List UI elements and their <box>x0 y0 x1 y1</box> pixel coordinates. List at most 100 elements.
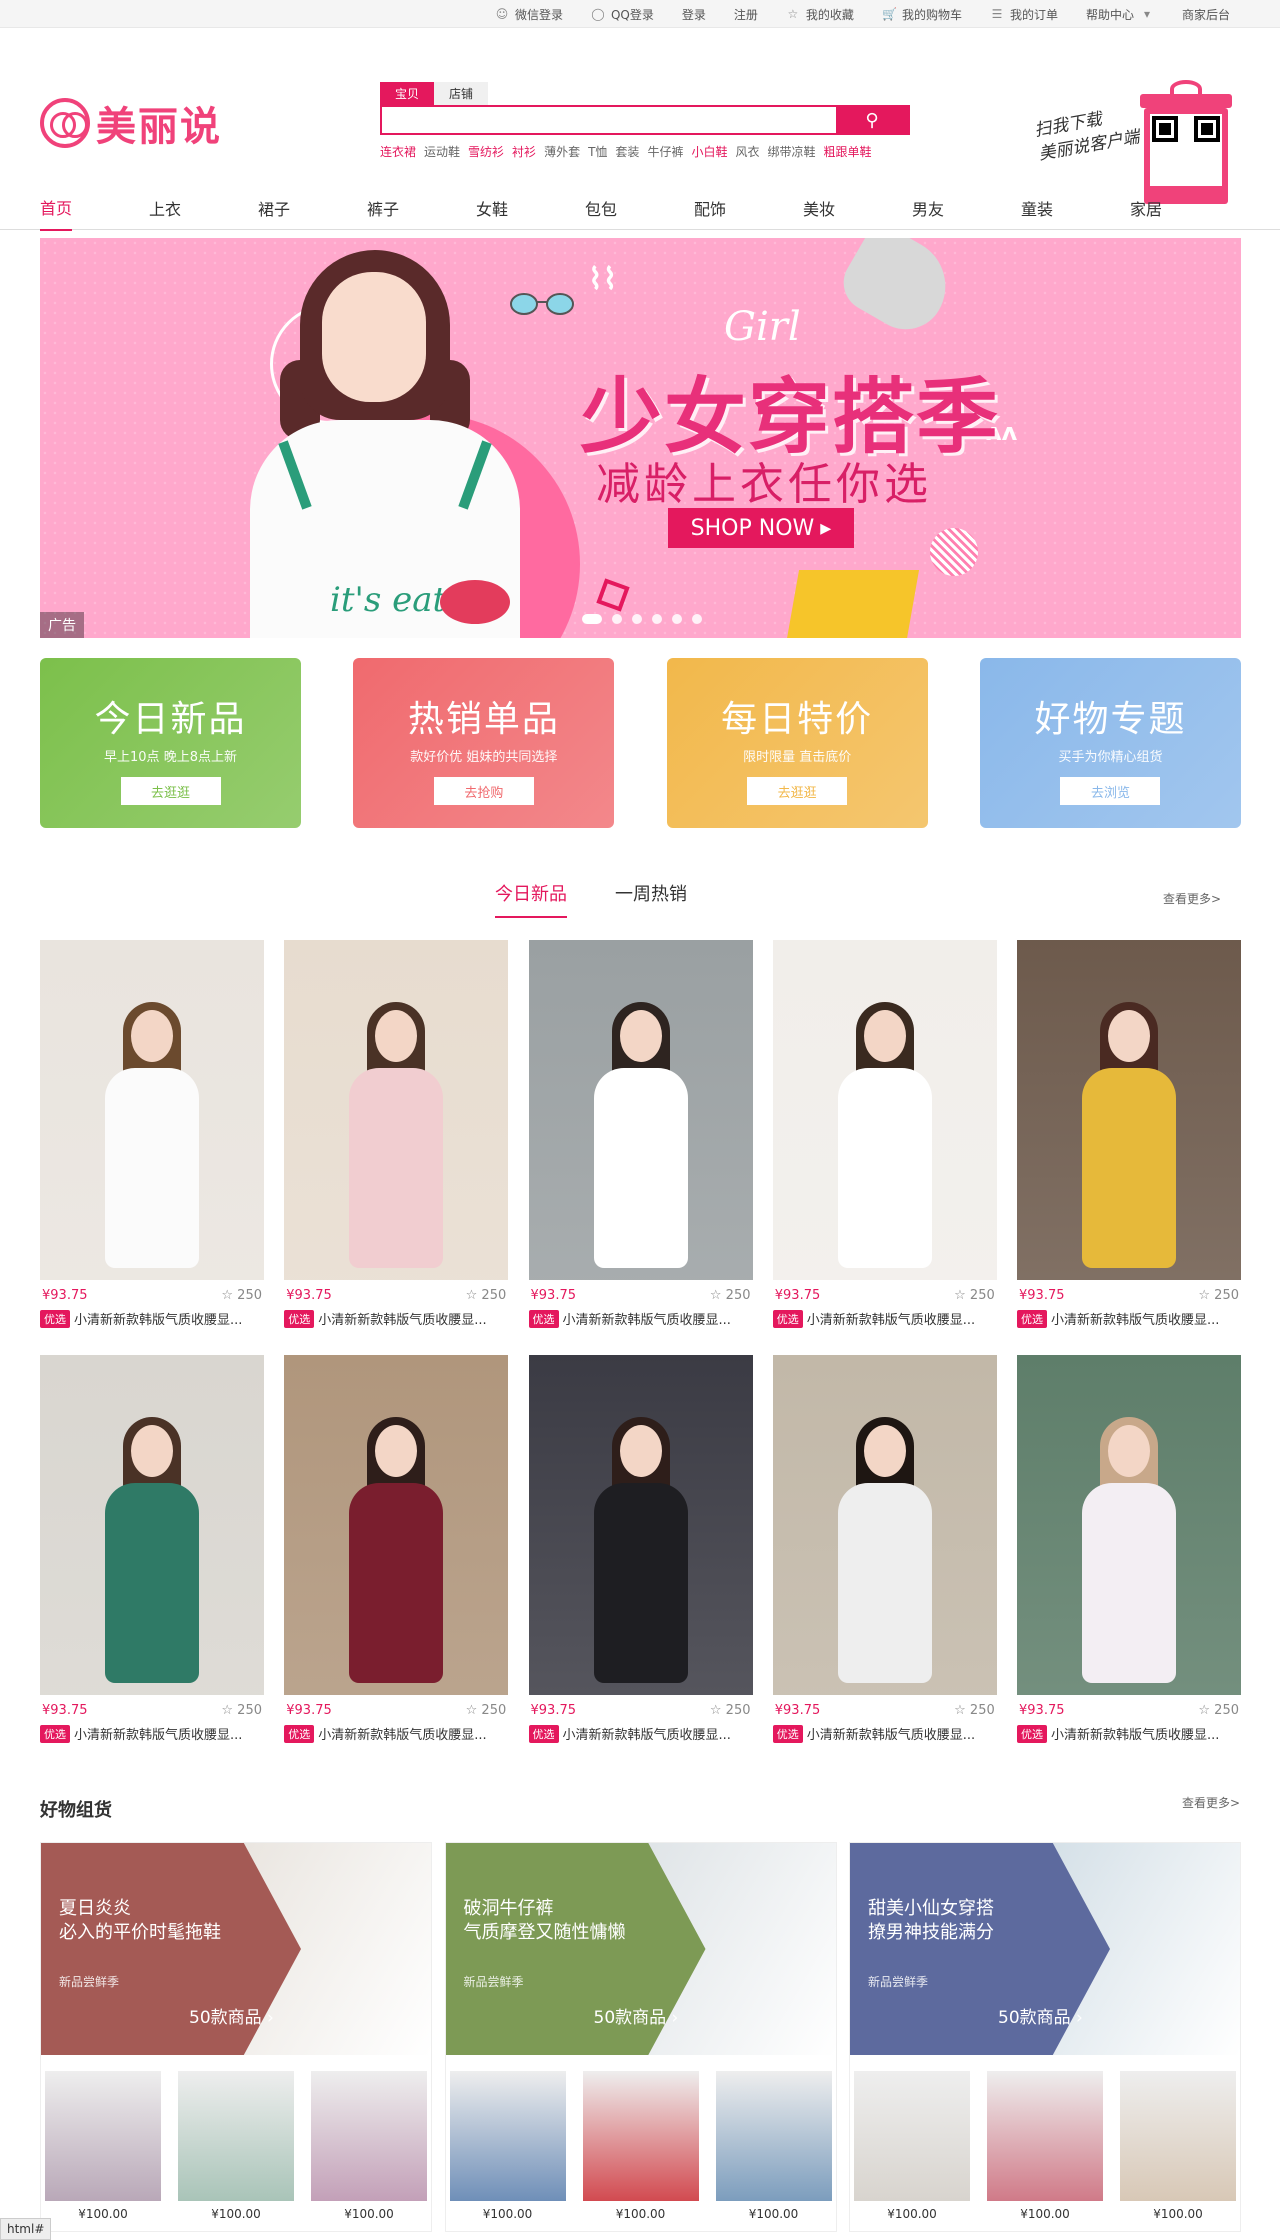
product-image[interactable] <box>528 1355 753 1695</box>
product-image[interactable] <box>1017 1355 1241 1695</box>
bundle-count[interactable]: 50款商品 › <box>998 2003 1083 2028</box>
nav-item-5[interactable]: 包包 <box>585 186 694 230</box>
product-card[interactable]: ¥93.75 ☆ 250 优选 小清新新款韩版气质收腰显... <box>772 940 997 1328</box>
promo-card-3[interactable]: 好物专题 买手为你精心组货 去浏览 <box>979 658 1241 828</box>
bundle-card-0[interactable]: 夏日炎炎 必入的平价时髦拖鞋 新品尝鲜季 50款商品 › ¥100.00 ¥100.00 ¥… <box>40 1842 432 2232</box>
bundle-hero[interactable]: 夏日炎炎 必入的平价时髦拖鞋 新品尝鲜季 50款商品 › <box>41 1843 431 2055</box>
promo-button[interactable]: 去逛逛 <box>120 777 221 805</box>
hot-word[interactable]: 运动鞋 <box>424 143 460 160</box>
favorite-count[interactable]: ☆ 250 <box>954 1703 995 1718</box>
product-image[interactable] <box>284 1355 509 1695</box>
promo-card-1[interactable]: 热销单品 款好价优 姐妹的共同选择 去抢购 <box>353 658 615 828</box>
tab-today-new[interactable]: 今日新品 <box>495 880 567 918</box>
promo-button[interactable]: 去浏览 <box>1060 777 1161 805</box>
banner-indicator-dot[interactable] <box>632 614 642 624</box>
product-image[interactable] <box>772 1355 997 1695</box>
nav-item-8[interactable]: 男友 <box>912 186 1021 230</box>
banner-indicator-dot[interactable] <box>612 614 622 624</box>
bundle-item[interactable]: ¥100.00 <box>449 2071 566 2221</box>
hot-word[interactable]: 粗跟单鞋 <box>824 143 872 160</box>
hot-word[interactable]: 绑带凉鞋 <box>767 143 815 160</box>
tab-week-hot[interactable]: 一周热销 <box>615 880 687 916</box>
favorite-count[interactable]: ☆ 250 <box>710 1288 751 1303</box>
product-card[interactable]: ¥93.75 ☆ 250 优选 小清新新款韩版气质收腰显... <box>1017 1355 1241 1743</box>
top-link-login[interactable]: 登录 <box>668 6 720 23</box>
favorite-count[interactable]: ☆ 250 <box>466 1288 507 1303</box>
favorite-count[interactable]: ☆ 250 <box>1198 1703 1239 1718</box>
top-link-wechat-login[interactable]: ☺ 微信登录 <box>481 6 577 23</box>
banner-indicator-dot[interactable] <box>582 614 602 624</box>
bundle-hero[interactable]: 破洞牛仔裤 气质摩登又随性慵懒 新品尝鲜季 50款商品 › <box>445 1843 836 2055</box>
favorite-count[interactable]: ☆ 250 <box>954 1288 995 1303</box>
hot-word[interactable]: 牛仔裤 <box>647 143 683 160</box>
favorite-count[interactable]: ☆ 250 <box>221 1288 262 1303</box>
product-image[interactable] <box>40 940 264 1280</box>
nav-item-2[interactable]: 裙子 <box>258 186 367 230</box>
bundle-count[interactable]: 50款商品 › <box>594 2003 679 2028</box>
top-link-qq-login[interactable]: ◯ QQ登录 <box>577 6 668 23</box>
favorite-count[interactable]: ☆ 250 <box>710 1703 751 1718</box>
nav-item-7[interactable]: 美妆 <box>803 186 912 230</box>
product-card[interactable]: ¥93.75 ☆ 250 优选 小清新新款韩版气质收腰显... <box>284 1355 509 1743</box>
bundle-count[interactable]: 50款商品 › <box>189 2003 274 2028</box>
nav-item-1[interactable]: 上衣 <box>149 186 258 230</box>
product-card[interactable]: ¥93.75 ☆ 250 优选 小清新新款韩版气质收腰显... <box>40 940 264 1328</box>
favorite-count[interactable]: ☆ 250 <box>466 1703 507 1718</box>
hot-word[interactable]: 风衣 <box>735 143 759 160</box>
product-image[interactable] <box>772 940 997 1280</box>
product-card[interactable]: ¥93.75 ☆ 250 优选 小清新新款韩版气质收腰显... <box>284 940 509 1328</box>
bundle-card-1[interactable]: 破洞牛仔裤 气质摩登又随性慵懒 新品尝鲜季 50款商品 › ¥100.00 ¥100.00… <box>444 1842 837 2232</box>
hot-word[interactable]: 小白鞋 <box>691 143 727 160</box>
bundle-card-2[interactable]: 甜美小仙女穿搭 撩男神技能满分 新品尝鲜季 50款商品 › ¥100.00 ¥100.00… <box>849 1842 1241 2232</box>
hot-word[interactable]: 套装 <box>615 143 639 160</box>
promo-button[interactable]: 去逛逛 <box>747 777 848 805</box>
product-card[interactable]: ¥93.75 ☆ 250 优选 小清新新款韩版气质收腰显... <box>528 1355 753 1743</box>
search-input[interactable] <box>382 107 836 133</box>
bundle-item[interactable]: ¥100.00 <box>582 2071 699 2221</box>
search-tab-items[interactable]: 宝贝 <box>380 82 434 105</box>
nav-item-6[interactable]: 配饰 <box>694 186 803 230</box>
bundle-item[interactable]: ¥100.00 <box>987 2071 1103 2221</box>
favorite-count[interactable]: ☆ 250 <box>1198 1288 1239 1303</box>
bundles-view-more-link[interactable]: 查看更多> <box>1182 1794 1240 1811</box>
product-card[interactable]: ¥93.75 ☆ 250 优选 小清新新款韩版气质收腰显... <box>1017 940 1241 1328</box>
hot-word[interactable]: 薄外套 <box>544 143 580 160</box>
hero-banner[interactable]: it's eat ⌇⌇ ʌʌ Girl 少女穿搭季 减龄上衣任你选 SHOP N… <box>40 238 1241 638</box>
top-link-my-orders[interactable]: ☰ 我的订单 <box>976 6 1072 23</box>
bundle-item[interactable]: ¥100.00 <box>311 2071 427 2221</box>
banner-indicator-dot[interactable] <box>692 614 702 624</box>
product-image[interactable] <box>528 940 753 1280</box>
nav-item-9[interactable]: 童装 <box>1021 186 1130 230</box>
hot-word[interactable]: T恤 <box>588 143 607 160</box>
product-card[interactable]: ¥93.75 ☆ 250 优选 小清新新款韩版气质收腰显... <box>528 940 753 1328</box>
banner-indicator-dot[interactable] <box>672 614 682 624</box>
product-card[interactable]: ¥93.75 ☆ 250 优选 小清新新款韩版气质收腰显... <box>40 1355 264 1743</box>
top-link-register[interactable]: 注册 <box>720 6 772 23</box>
search-tab-shops[interactable]: 店铺 <box>434 82 488 105</box>
top-link-my-favorites[interactable]: ☆ 我的收藏 <box>772 6 868 23</box>
product-image[interactable] <box>284 940 509 1280</box>
bundle-item[interactable]: ¥100.00 <box>45 2071 161 2221</box>
nav-item-3[interactable]: 裤子 <box>367 186 476 230</box>
promo-card-2[interactable]: 每日特价 限时限量 直击底价 去逛逛 <box>666 658 928 828</box>
bundle-hero[interactable]: 甜美小仙女穿搭 撩男神技能满分 新品尝鲜季 50款商品 › <box>850 1843 1240 2055</box>
top-link-merchant-backend[interactable]: 商家后台 <box>1168 6 1244 23</box>
product-image[interactable] <box>1017 940 1241 1280</box>
view-more-link[interactable]: 查看更多> <box>1163 890 1221 907</box>
nav-item-0[interactable]: 首页 <box>40 186 149 231</box>
logo[interactable]: 美丽说 <box>40 94 222 152</box>
bundle-item[interactable]: ¥100.00 <box>178 2071 294 2221</box>
top-link-my-cart[interactable]: 🛒 我的购物车 <box>868 6 976 23</box>
search-button[interactable]: ⚲ <box>836 107 908 133</box>
nav-item-10[interactable]: 家居 <box>1130 186 1239 230</box>
top-link-help-center[interactable]: 帮助中心 ▾ <box>1072 6 1168 23</box>
banner-indicator-dot[interactable] <box>652 614 662 624</box>
product-image[interactable] <box>40 1355 264 1695</box>
bundle-item[interactable]: ¥100.00 <box>715 2071 832 2221</box>
bundle-item[interactable]: ¥100.00 <box>854 2071 970 2221</box>
promo-card-0[interactable]: 今日新品 早上10点 晚上8点上新 去逛逛 <box>40 658 301 828</box>
favorite-count[interactable]: ☆ 250 <box>221 1703 262 1718</box>
hot-word[interactable]: 雪纺衫 <box>468 143 504 160</box>
nav-item-4[interactable]: 女鞋 <box>476 186 585 230</box>
promo-button[interactable]: 去抢购 <box>433 777 534 805</box>
